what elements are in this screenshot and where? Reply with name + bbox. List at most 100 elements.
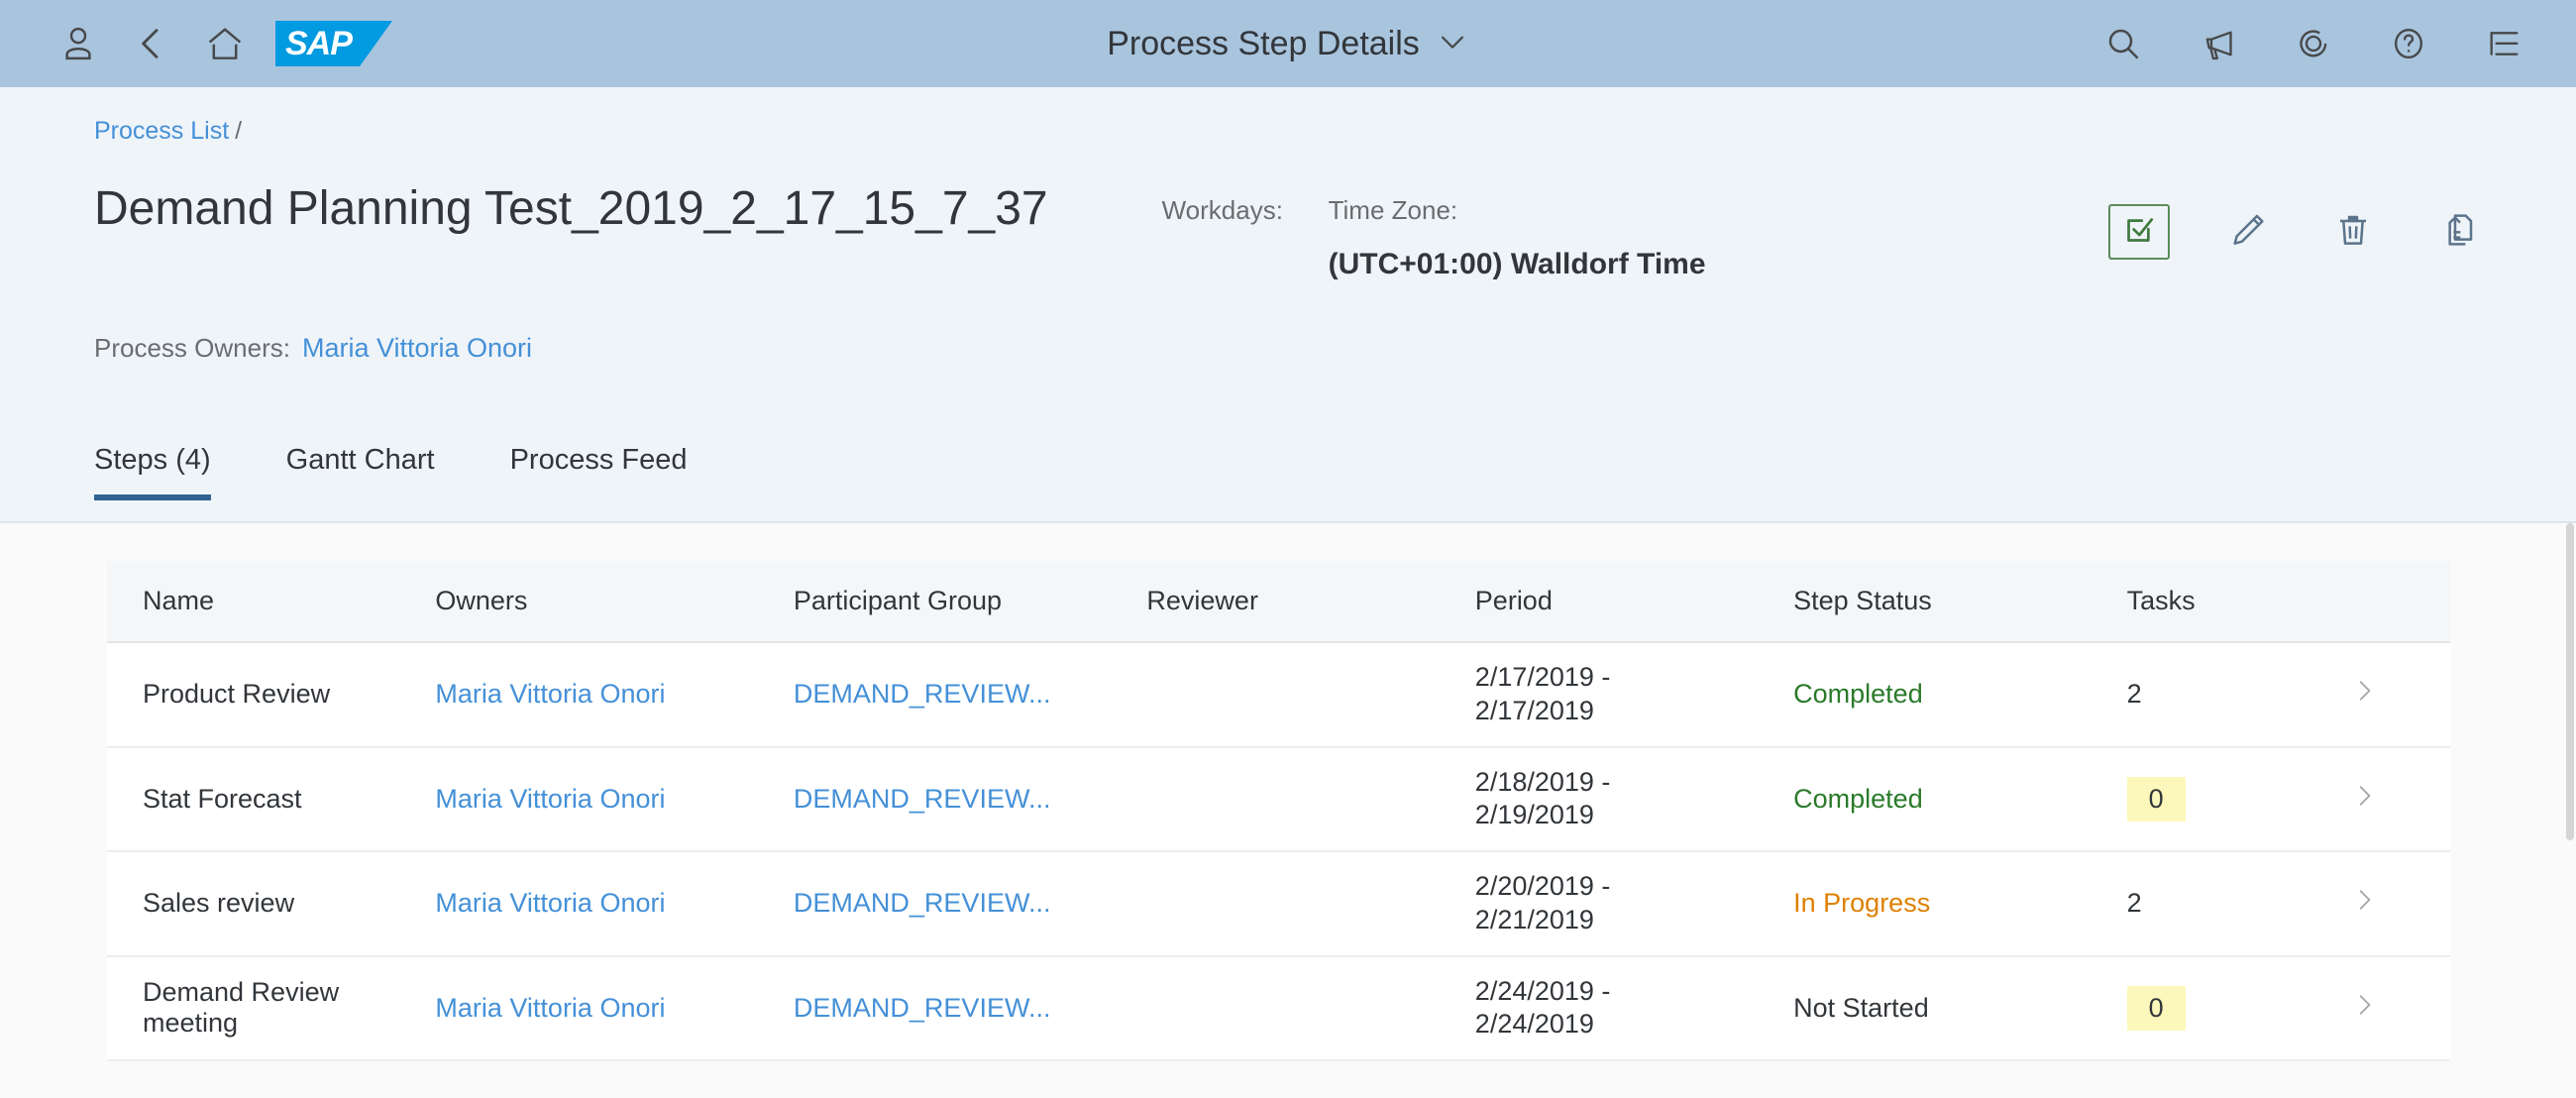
cell-name: Sales review (107, 851, 436, 957)
column-header-period[interactable]: Period (1474, 561, 1794, 643)
facet-workdays: Workdays: (1162, 195, 1329, 281)
cell-step-status: In Progress (1793, 851, 2127, 957)
period-text: 2/18/2019 - 2/19/2019 (1474, 766, 1611, 830)
owner-link[interactable]: Maria Vittoria Onori (435, 993, 665, 1023)
cell-nav[interactable] (2350, 955, 2450, 1061)
cell-name: Product Review (107, 642, 436, 748)
cell-nav[interactable] (2350, 851, 2450, 957)
tab-gantt-chart[interactable]: Gantt Chart (286, 432, 435, 498)
column-header-owners[interactable]: Owners (435, 561, 794, 643)
breadcrumb-separator: / (235, 117, 243, 145)
status-badge: Completed (1793, 783, 1923, 814)
chevron-down-icon (1436, 25, 1469, 63)
tasks-count: 0 (2126, 776, 2186, 822)
shell-bar-left-group: SAP (42, 7, 392, 80)
help-icon[interactable] (2372, 7, 2445, 80)
copilot-icon[interactable] (2277, 7, 2350, 80)
shell-bar-right-group (2087, 0, 2540, 87)
steps-table-card: Name Owners Participant Group Reviewer P… (107, 561, 2450, 1061)
cell-participant-group: DEMAND_REVIEW... (793, 642, 1147, 748)
owner-link[interactable]: Maria Vittoria Onori (435, 679, 665, 709)
scrollbar-thumb[interactable] (2566, 523, 2574, 840)
object-page-header: Process List / Demand Planning Test_2019… (0, 87, 2576, 523)
header-actions (2108, 204, 2485, 260)
cell-tasks: 0 (2126, 955, 2351, 1061)
sap-logo[interactable]: SAP (275, 21, 392, 66)
edit-button[interactable] (2221, 205, 2275, 259)
steps-table-body: Product Review Maria Vittoria Onori DEMA… (107, 642, 2450, 1061)
column-header-step-status[interactable]: Step Status (1793, 561, 2127, 643)
cell-reviewer (1146, 642, 1475, 748)
cell-owners: Maria Vittoria Onori (435, 955, 794, 1061)
overflow-list-icon[interactable] (2467, 7, 2540, 80)
owner-link[interactable]: Maria Vittoria Onori (435, 888, 665, 918)
chevron-right-icon (2351, 987, 2377, 1030)
tab-steps[interactable]: Steps (4) (94, 432, 211, 500)
participant-group-link[interactable]: DEMAND_REVIEW... (794, 679, 1051, 709)
cell-step-status: Completed (1793, 746, 2127, 852)
cell-period: 2/18/2019 - 2/19/2019 (1474, 746, 1794, 852)
megaphone-icon[interactable] (2182, 7, 2255, 80)
cell-tasks: 2 (2126, 642, 2351, 748)
copy-icon (2438, 210, 2478, 255)
column-header-nav (2350, 561, 2450, 643)
participant-group-link[interactable]: DEMAND_REVIEW... (794, 993, 1051, 1023)
tasks-count: 2 (2126, 679, 2142, 710)
column-header-reviewer[interactable]: Reviewer (1146, 561, 1475, 643)
cell-owners: Maria Vittoria Onori (435, 746, 794, 852)
back-icon[interactable] (115, 7, 188, 80)
facet-workdays-label: Workdays: (1161, 195, 1283, 225)
cell-participant-group: DEMAND_REVIEW... (793, 955, 1147, 1061)
cell-owners: Maria Vittoria Onori (435, 642, 794, 748)
table-row[interactable]: Stat Forecast Maria Vittoria Onori DEMAN… (107, 746, 2450, 852)
shell-title-button[interactable]: Process Step Details (1107, 25, 1469, 63)
pencil-icon (2228, 210, 2268, 255)
status-badge: Not Started (1793, 992, 1929, 1023)
cell-name: Stat Forecast (107, 746, 436, 852)
table-row[interactable]: Sales review Maria Vittoria Onori DEMAND… (107, 851, 2450, 957)
facet-time-zone-value: (UTC+01:00) Walldorf Time (1328, 248, 1706, 280)
table-header-row: Name Owners Participant Group Reviewer P… (107, 561, 2450, 643)
sap-logo-text: SAP (285, 24, 353, 62)
tab-process-feed[interactable]: Process Feed (510, 432, 688, 498)
cell-reviewer (1146, 955, 1475, 1061)
header-facets: Workdays: Time Zone: (UTC+01:00) Walldor… (1162, 195, 1844, 281)
breadcrumb-link-process-list[interactable]: Process List (94, 117, 229, 146)
page-scrollbar[interactable] (2564, 523, 2576, 1098)
home-icon[interactable] (188, 7, 262, 80)
process-owners-label: Process Owners: (94, 333, 290, 363)
column-header-participant-group[interactable]: Participant Group (793, 561, 1147, 643)
participant-group-link[interactable]: DEMAND_REVIEW... (794, 888, 1051, 918)
delete-button[interactable] (2326, 205, 2380, 259)
column-header-name[interactable]: Name (107, 561, 436, 643)
search-icon[interactable] (2087, 7, 2160, 80)
cell-period: 2/20/2019 - 2/21/2019 (1474, 851, 1794, 957)
copy-button[interactable] (2431, 205, 2485, 259)
participant-group-link[interactable]: DEMAND_REVIEW... (794, 784, 1051, 814)
cell-nav[interactable] (2350, 642, 2450, 748)
table-row[interactable]: Demand Review meeting Maria Vittoria Ono… (107, 955, 2450, 1061)
cell-participant-group: DEMAND_REVIEW... (793, 851, 1147, 957)
cell-tasks: 0 (2126, 746, 2351, 852)
owner-link[interactable]: Maria Vittoria Onori (435, 784, 665, 814)
process-owner-link[interactable]: Maria Vittoria Onori (302, 333, 532, 364)
period-text: 2/20/2019 - 2/21/2019 (1474, 871, 1611, 934)
column-header-tasks[interactable]: Tasks (2126, 561, 2351, 643)
period-text: 2/17/2019 - 2/17/2019 (1474, 662, 1611, 725)
steps-table-head: Name Owners Participant Group Reviewer P… (107, 561, 2450, 643)
trash-icon (2333, 210, 2373, 255)
cell-step-status: Not Started (1793, 955, 2127, 1061)
content-area: Name Owners Participant Group Reviewer P… (0, 523, 2576, 1098)
facet-time-zone-label: Time Zone: (1328, 195, 1458, 225)
cell-owners: Maria Vittoria Onori (435, 851, 794, 957)
user-icon[interactable] (42, 7, 115, 80)
complete-button[interactable] (2108, 204, 2170, 260)
status-badge: In Progress (1793, 888, 1931, 919)
cell-name: Demand Review meeting (107, 955, 436, 1061)
cell-nav[interactable] (2350, 746, 2450, 852)
cell-reviewer (1146, 851, 1475, 957)
page-title: Demand Planning Test_2019_2_17_15_7_37 (94, 182, 1048, 235)
steps-table: Name Owners Participant Group Reviewer P… (107, 561, 2450, 1061)
table-row[interactable]: Product Review Maria Vittoria Onori DEMA… (107, 642, 2450, 748)
chevron-right-icon (2351, 882, 2377, 925)
